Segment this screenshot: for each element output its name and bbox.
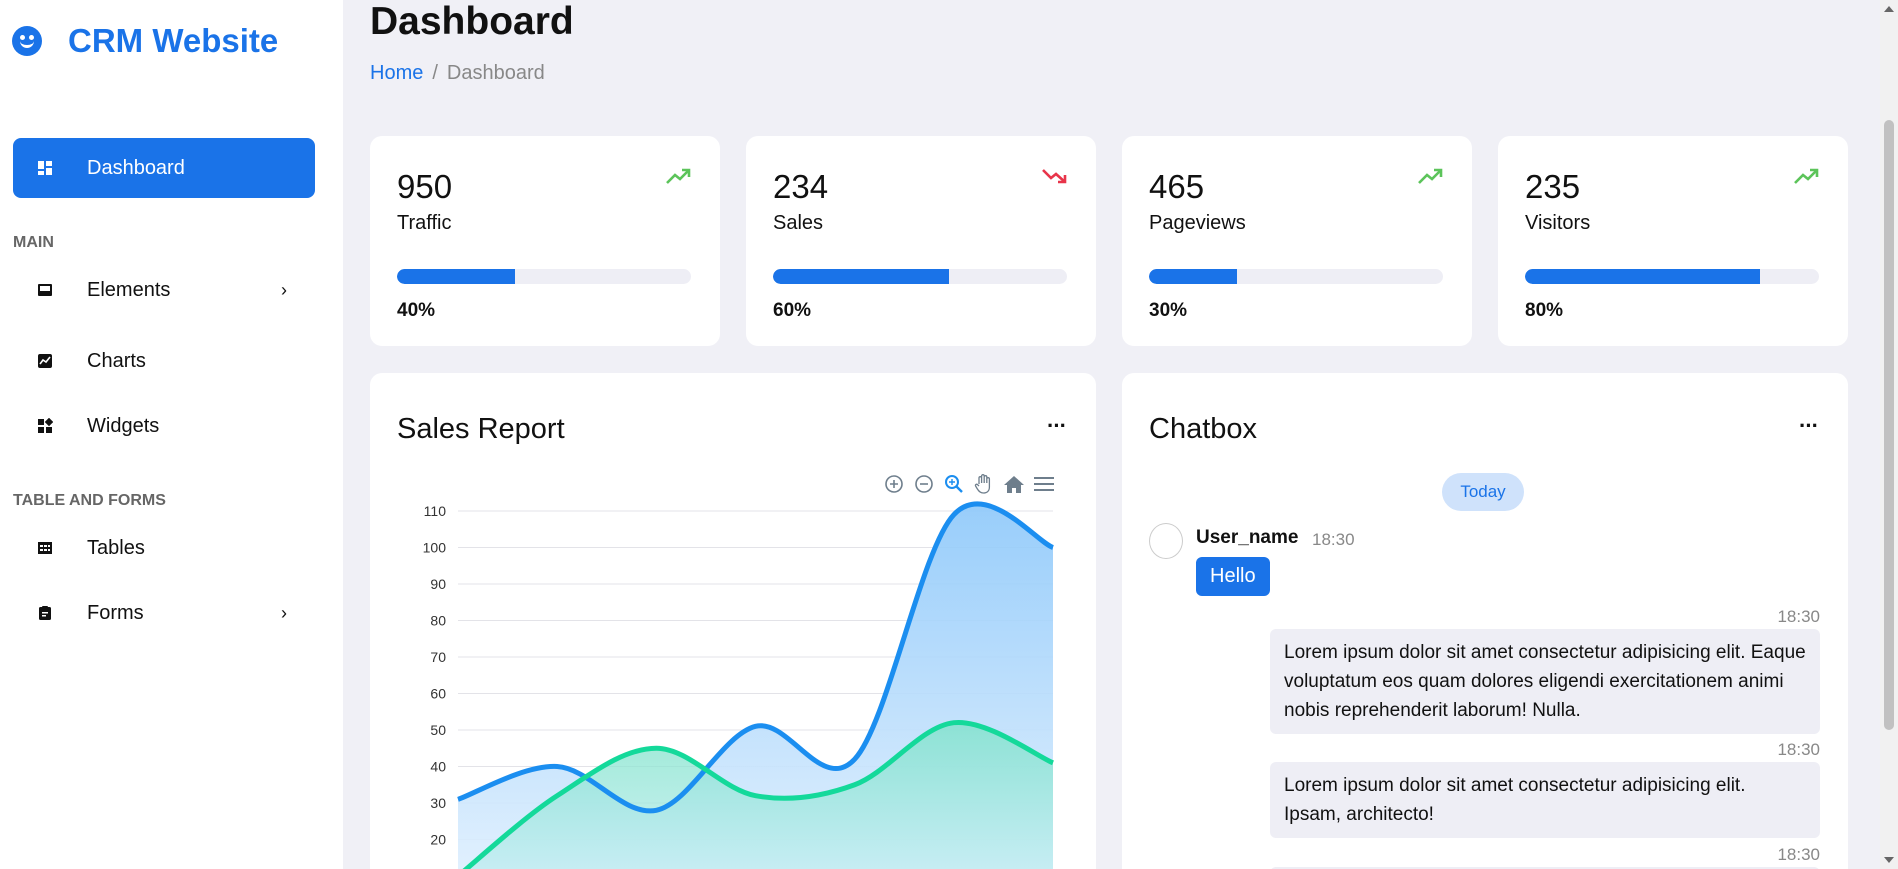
smiley-logo-icon — [12, 26, 42, 56]
chatbox-card: Chatbox ··· Today User_name 18:30 Hello … — [1122, 373, 1848, 869]
page-scrollbar[interactable] — [1880, 0, 1898, 869]
stat-value: 235 — [1525, 168, 1581, 205]
stat-label: Sales — [773, 212, 824, 234]
stat-card-traffic: 950 Traffic 40% — [370, 136, 720, 346]
table-icon — [37, 540, 53, 556]
trending-up-icon — [666, 168, 691, 184]
inbox-icon — [37, 282, 53, 298]
sidebar-item-charts[interactable]: Charts — [13, 331, 315, 391]
stat-value: 234 — [773, 168, 829, 205]
stat-label: Pageviews — [1149, 212, 1246, 234]
trending-down-icon — [1042, 169, 1067, 184]
sidebar: CRM Website Dashboard MAIN Elements › Ch… — [0, 0, 343, 869]
y-tick-label: 30 — [430, 795, 446, 811]
chevron-right-icon: › — [281, 602, 287, 623]
chat-timestamp: 18:30 — [1777, 845, 1820, 864]
chat-message-incoming: Hello — [1196, 557, 1270, 596]
dashboard-icon — [37, 160, 53, 176]
widgets-icon — [37, 418, 53, 434]
y-tick-label: 60 — [430, 686, 446, 702]
sidebar-item-dashboard[interactable]: Dashboard — [13, 138, 315, 198]
stat-percent: 30% — [1149, 300, 1188, 321]
trending-up-icon — [1418, 168, 1443, 184]
y-tick-label: 50 — [430, 722, 446, 738]
stat-progress-fill — [397, 269, 515, 284]
stat-percent: 40% — [397, 300, 436, 321]
stat-card-pageviews: 465 Pageviews 30% — [1122, 136, 1472, 346]
avatar — [1149, 523, 1183, 559]
chat-username: User_name — [1196, 527, 1299, 548]
sidebar-item-label: Widgets — [87, 414, 160, 437]
date-divider-badge: Today — [1442, 473, 1524, 511]
page-title: Dashboard — [370, 0, 574, 43]
clipboard-icon — [37, 605, 53, 621]
breadcrumb: Home / Dashboard — [370, 62, 545, 85]
stat-card-sales: 234 Sales 60% — [746, 136, 1096, 346]
chevron-right-icon: › — [281, 279, 287, 300]
y-tick-label: 20 — [430, 832, 446, 848]
stat-percent: 60% — [773, 300, 812, 321]
more-options-icon[interactable]: ··· — [1799, 413, 1819, 439]
stat-progress-bar — [773, 269, 1067, 284]
section-label-main: MAIN — [13, 234, 54, 251]
trending-up-icon — [1794, 168, 1819, 184]
sales-report-card: Sales Report ··· 20 30 40 50 60 70 80 90 100 110 — [370, 373, 1096, 869]
chat-timestamp: 18:30 — [1312, 530, 1355, 549]
sidebar-item-label: Tables — [87, 536, 145, 559]
stat-progress-fill — [1525, 269, 1761, 284]
stat-progress-fill — [1149, 269, 1238, 284]
stat-percent: 80% — [1525, 300, 1564, 321]
stat-label: Visitors — [1525, 212, 1591, 234]
sidebar-item-label: Forms — [87, 601, 144, 624]
y-tick-label: 40 — [430, 759, 446, 775]
sidebar-item-elements[interactable]: Elements › — [13, 260, 315, 320]
chatbox-title: Chatbox — [1149, 413, 1258, 445]
stat-card-visitors: 235 Visitors 80% — [1498, 136, 1848, 346]
breadcrumb-separator: / — [432, 62, 438, 84]
y-tick-label: 80 — [430, 613, 446, 629]
sidebar-item-label: Charts — [87, 349, 146, 372]
sidebar-item-tables[interactable]: Tables — [13, 518, 315, 578]
stat-value: 950 — [397, 168, 453, 205]
sidebar-item-widgets[interactable]: Widgets — [13, 396, 315, 456]
chat-message-outgoing: Lorem ipsum dolor sit amet consectetur a… — [1270, 629, 1820, 734]
section-label-table-forms: TABLE AND FORMS — [13, 492, 166, 509]
sales-report-chart: 20 30 40 50 60 70 80 90 100 110 — [423, 501, 1055, 869]
chat-timestamp: 18:30 — [1777, 607, 1820, 626]
sidebar-item-label: Elements — [87, 278, 171, 301]
breadcrumb-current: Dashboard — [446, 62, 545, 84]
stat-progress-bar — [397, 269, 691, 284]
stat-value: 465 — [1149, 168, 1205, 205]
stat-label: Traffic — [397, 212, 452, 234]
breadcrumb-home-link[interactable]: Home — [370, 62, 423, 84]
brand[interactable]: CRM Website — [12, 22, 278, 60]
scroll-up-arrow[interactable] — [1884, 6, 1894, 12]
brand-name: CRM Website — [68, 22, 279, 59]
stat-progress-bar — [1525, 269, 1819, 284]
stat-progress-bar — [1149, 269, 1443, 284]
y-tick-label: 70 — [430, 649, 446, 665]
chat-message-outgoing: Lorem ipsum dolor sit amet consectetur a… — [1270, 762, 1820, 838]
scroll-down-arrow[interactable] — [1884, 857, 1894, 863]
y-tick-label: 100 — [423, 540, 447, 556]
scrollbar-thumb[interactable] — [1884, 120, 1894, 730]
chart-icon — [37, 353, 53, 369]
sidebar-item-label: Dashboard — [87, 156, 185, 179]
chat-timestamp: 18:30 — [1777, 740, 1820, 759]
y-tick-label: 110 — [424, 503, 447, 519]
y-tick-label: 90 — [430, 576, 446, 592]
stat-progress-fill — [773, 269, 950, 284]
sidebar-item-forms[interactable]: Forms › — [13, 583, 315, 643]
